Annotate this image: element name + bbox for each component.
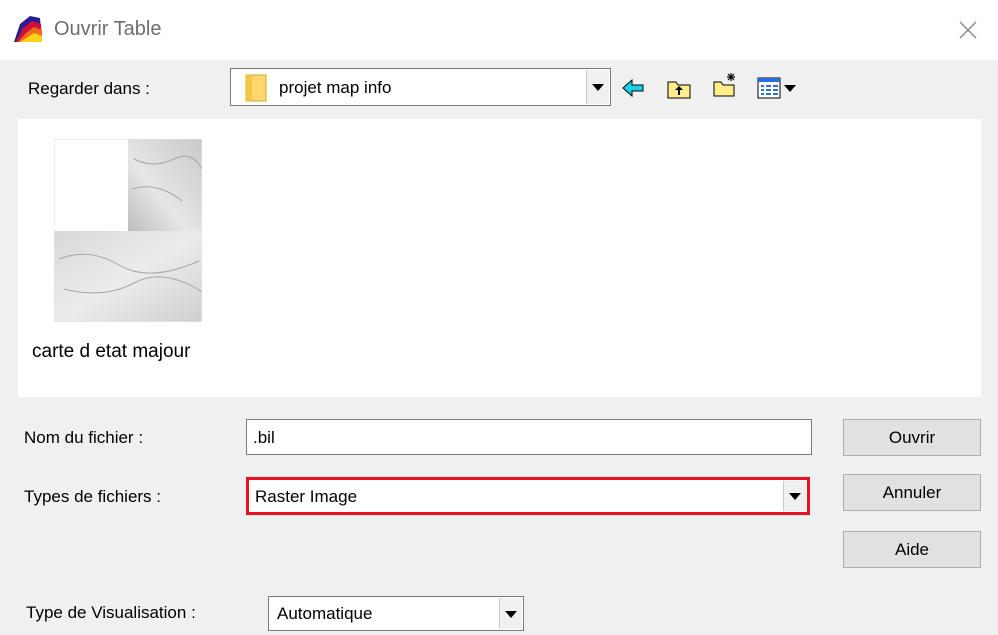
raster-map-thumbnail <box>54 139 202 322</box>
filename-label: Nom du fichier : <box>24 428 144 447</box>
back-arrow-icon[interactable] <box>620 75 646 101</box>
open-button[interactable]: Ouvrir <box>843 419 981 456</box>
view-type-value: Automatique <box>277 604 373 623</box>
new-folder-icon[interactable] <box>712 72 738 98</box>
filename-input[interactable]: .bil <box>246 419 812 455</box>
close-icon[interactable] <box>950 12 986 48</box>
cancel-button[interactable]: Annuler <box>843 474 981 511</box>
file-item-label[interactable]: carte d etat majour <box>32 341 190 363</box>
look-in-label: Regarder dans : <box>28 79 150 98</box>
filetype-value: Raster Image <box>255 487 358 506</box>
help-button[interactable]: Aide <box>843 531 981 568</box>
chevron-down-icon[interactable] <box>586 70 609 104</box>
mapinfo-app-icon <box>14 16 42 42</box>
window-title: Ouvrir Table <box>54 18 162 40</box>
chevron-down-icon[interactable] <box>499 598 522 629</box>
filetype-select[interactable]: Raster Image <box>246 477 810 515</box>
file-item[interactable] <box>54 139 202 322</box>
view-type-select[interactable]: Automatique <box>268 596 524 631</box>
filetype-label: Types de fichiers : <box>24 487 162 506</box>
filename-value[interactable]: .bil <box>253 428 275 448</box>
look-in-combo[interactable]: projet map info <box>230 68 611 106</box>
up-folder-icon[interactable] <box>666 75 692 101</box>
view-type-label: Type de Visualisation : <box>26 603 196 622</box>
file-list[interactable]: carte d etat majour <box>18 119 981 397</box>
folder-icon <box>245 74 267 102</box>
look-in-value: projet map info <box>279 78 392 97</box>
view-menu-icon[interactable] <box>756 75 808 101</box>
chevron-down-icon[interactable] <box>783 481 806 511</box>
